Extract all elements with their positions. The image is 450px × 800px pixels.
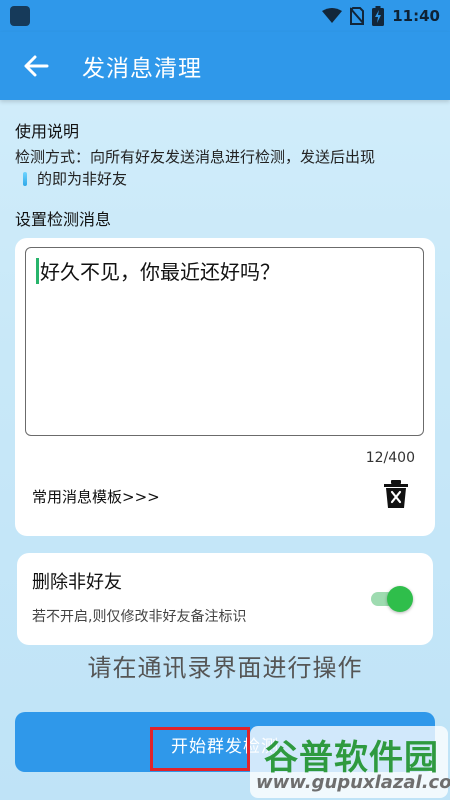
back-button[interactable]: [12, 42, 60, 90]
watermark-url: www.gupuxlazal.com: [256, 772, 450, 793]
friend-marker-icon: [23, 172, 27, 186]
watermark: 谷普软件园 www.gupuxlazal.com: [250, 726, 450, 798]
app-bar: 发消息清理: [0, 32, 450, 100]
instruction-text: 请在通讯录界面进行操作: [87, 654, 363, 682]
message-text: 好久不见，你最近还好吗？: [40, 260, 280, 284]
arrow-left-icon: [24, 55, 49, 77]
status-bar: 11:40: [0, 0, 450, 32]
usage-line-2: 的即为非好友: [37, 170, 128, 188]
usage-line-2-wrap: 的即为非好友: [15, 168, 435, 190]
page-title: 发消息清理: [82, 56, 202, 82]
message-templates-link[interactable]: 常用消息模板>>>: [32, 486, 160, 507]
char-counter: 12/400: [365, 450, 415, 466]
battery-charging-icon: [372, 6, 385, 26]
message-card: 好久不见，你最近还好吗？ 12/400 常用消息模板>>>: [15, 238, 435, 536]
switch-thumb: [387, 586, 413, 612]
trash-icon[interactable]: [383, 479, 409, 509]
message-heading: 设置检测消息: [15, 210, 112, 229]
app-notification-icon: [10, 6, 30, 26]
delete-non-friends-hint: 若不开启,则仅修改非好友备注标识: [32, 609, 247, 625]
no-sim-icon: [350, 7, 365, 25]
message-input[interactable]: 好久不见，你最近还好吗？: [25, 247, 424, 436]
usage-heading: 使用说明: [15, 122, 80, 141]
status-time: 11:40: [392, 7, 440, 25]
wifi-icon: [322, 8, 343, 23]
delete-non-friends-card: 删除非好友 若不开启,则仅修改非好友备注标识: [17, 553, 433, 645]
usage-description: 检测方式：向所有好友发送消息进行检测，发送后出现 的即为非好友: [15, 146, 435, 190]
delete-non-friends-label: 删除非好友: [32, 572, 122, 593]
delete-non-friends-switch[interactable]: [369, 585, 413, 612]
status-icons: 11:40: [322, 6, 440, 26]
usage-line-1: 检测方式：向所有好友发送消息进行检测，发送后出现: [15, 148, 376, 166]
text-cursor: [36, 258, 39, 284]
